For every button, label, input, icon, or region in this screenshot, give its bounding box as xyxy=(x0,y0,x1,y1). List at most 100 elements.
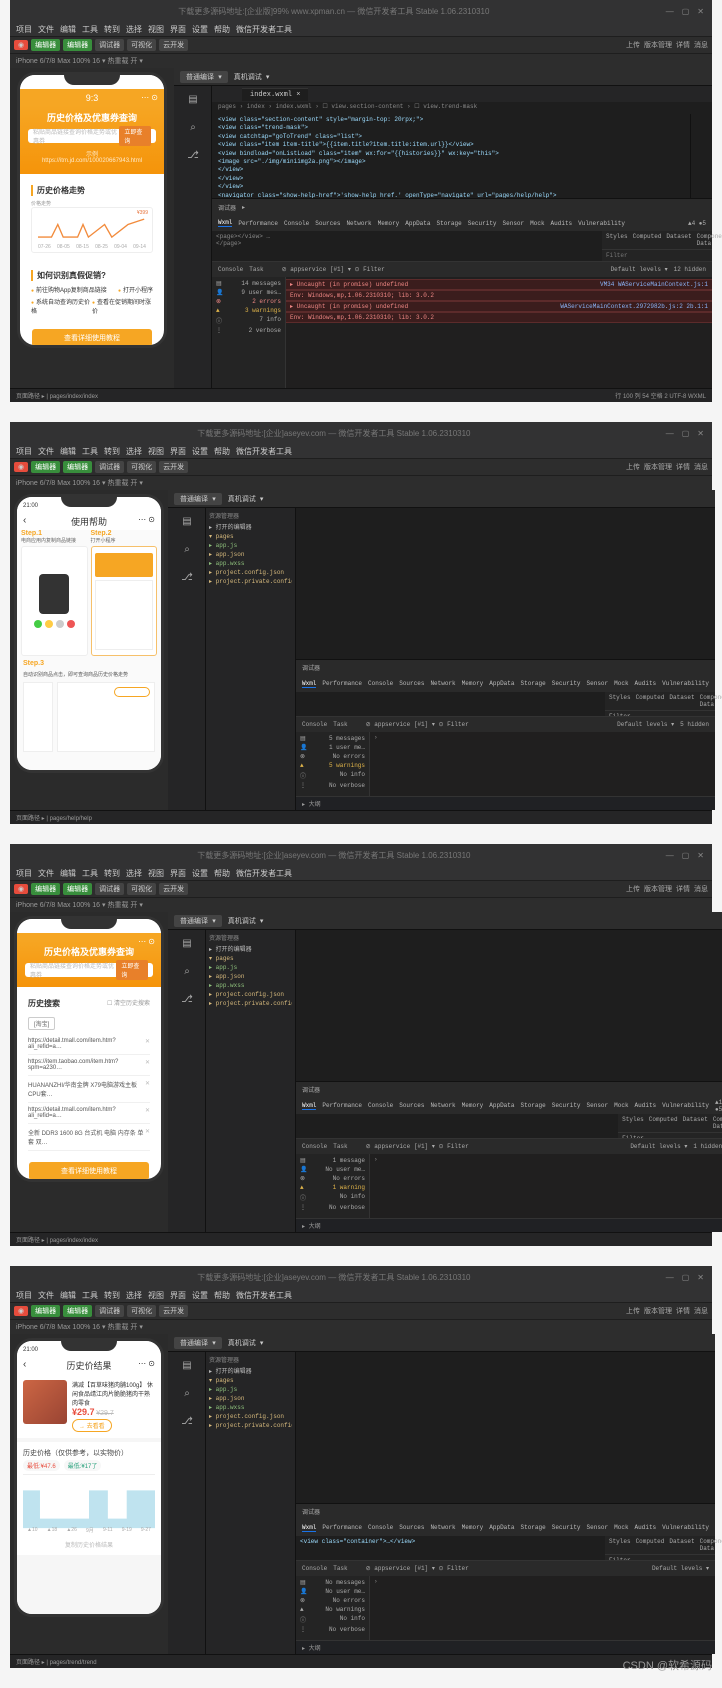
capsule-button-icon[interactable]: ⋯ ⊙ xyxy=(138,937,155,946)
screenshot-4: 下载更多源码地址:[企业]aseyev.com — 微信开发者工具 Stable… xyxy=(10,1266,712,1668)
history-item[interactable]: 全新 DDR3 1600 8G 台式机 电脑 内存条 单套 双…✕ xyxy=(28,1124,150,1151)
capsule-button-icon[interactable]: ⋯ ⊙ xyxy=(138,1359,155,1368)
capsule-button-icon[interactable]: ⋯ ⊙ xyxy=(141,93,158,102)
search-button[interactable]: 立即查询 xyxy=(116,960,148,980)
menu-item[interactable]: 视图 xyxy=(148,24,164,35)
toolbar-button[interactable]: 云开发 xyxy=(159,39,188,51)
devtools-tab[interactable]: Performance xyxy=(238,220,278,227)
toolbar-button[interactable]: 上传 xyxy=(626,40,640,50)
minimap[interactable] xyxy=(690,114,712,198)
toolbar-button[interactable]: 编辑器 xyxy=(63,39,92,51)
elements-pane[interactable]: <page></view> …</page> xyxy=(212,231,602,261)
window-controls[interactable]: — ▢ ✕ xyxy=(658,7,712,16)
devtools-tab[interactable]: Sensor xyxy=(503,220,525,227)
badge-low: 最低:¥47.6 xyxy=(23,1460,60,1471)
screenshot-2: 下载更多源码地址:[企业]aseyev.com — 微信开发者工具 Stable… xyxy=(10,422,712,824)
console-output[interactable]: ▸ Uncaught (in promise) undefined VM34 W… xyxy=(286,277,712,388)
devtools-tab[interactable]: AppData xyxy=(405,220,430,227)
devtools-tab[interactable]: Network xyxy=(346,220,371,227)
console-tab[interactable]: Console xyxy=(218,266,243,273)
capsule-button-icon[interactable]: ⋯ ⊙ xyxy=(138,515,155,524)
devtools-tab[interactable]: Wxml xyxy=(218,219,232,227)
devtools: 调试器▸ Wxml Performance Console Sources Ne… xyxy=(212,198,712,388)
phone-time: 9:3 xyxy=(86,93,99,103)
maximize-icon[interactable]: ▢ xyxy=(682,7,690,16)
search-button[interactable]: 立即查询 xyxy=(119,126,151,146)
console-sidebar[interactable]: ▤14 messages 👤9 user mes… ⊗2 errors ▲3 w… xyxy=(212,277,286,388)
close-icon[interactable]: ✕ xyxy=(697,7,704,16)
history-item[interactable]: https://item.taobao.com/item.htm?spm=a23… xyxy=(28,1055,150,1076)
clear-history[interactable]: ☐ 清空历史搜索 xyxy=(107,998,150,1013)
menu-item[interactable]: 转到 xyxy=(104,24,120,35)
devtools-tab[interactable]: Mock xyxy=(530,220,544,227)
statusbar: 页面路径 ▸ | pages/index/index 行 100 列 54 空格… xyxy=(10,388,712,402)
toolbar-button[interactable]: 详情 xyxy=(676,40,690,50)
history-item[interactable]: HUANANZHI/华南金牌 X79电脑游戏主板CPU套…✕ xyxy=(28,1076,150,1103)
minimize-icon[interactable]: — xyxy=(666,7,674,16)
editor-tab[interactable]: index.wxml × xyxy=(242,88,308,101)
history-item[interactable]: https://detail.tmall.com/item.htm?ali_re… xyxy=(28,1103,150,1124)
delete-icon[interactable]: ✕ xyxy=(145,1038,150,1050)
devtools-tab[interactable]: Vulnerability xyxy=(578,220,625,227)
history-item[interactable]: https://detail.tmall.com/item.htm?ali_re… xyxy=(28,1034,150,1055)
compile-select[interactable]: 普通编译 ▾ xyxy=(180,71,228,83)
back-icon[interactable]: ‹ xyxy=(23,515,26,526)
file-explorer[interactable]: 资源管理器▸ 打开的编辑器 ▾ pages ▸ app.js ▸ app.jso… xyxy=(206,1352,296,1654)
window-title: 下载更多源码地址:[企业版]99% www.xpman.cn — 微信开发者工具… xyxy=(10,6,658,17)
devtools-tab[interactable]: Security xyxy=(468,220,497,227)
file-explorer[interactable]: 资源管理器 ▸ 打开的编辑器 ▾ pages ▸ app.js ▸ app.js… xyxy=(206,508,296,810)
toolbar-button[interactable]: 可视化 xyxy=(127,39,156,51)
code-editor[interactable]: <view class="section-content" style="mar… xyxy=(212,114,690,198)
devtools-tab[interactable]: Audits xyxy=(551,220,573,227)
toolbar-button[interactable]: 消息 xyxy=(694,40,708,50)
back-icon[interactable]: ‹ xyxy=(23,1359,26,1370)
toolbar-button[interactable]: 调试器 xyxy=(95,39,124,51)
menu-item[interactable]: 项目 xyxy=(16,24,32,35)
menu-item[interactable]: 界面 xyxy=(170,24,186,35)
menu-item[interactable]: 工具 xyxy=(82,24,98,35)
tag[interactable]: [淘宝] xyxy=(28,1017,55,1030)
simulator: 9:3 ⋯ ⊙ 历史价格及优惠券查询 粘贴商品链接查询价格走势或优惠券 立即查询… xyxy=(10,68,174,388)
preview-button[interactable]: 真机调试 ▾ xyxy=(234,72,270,82)
avatar-icon[interactable]: ◉ xyxy=(14,462,28,472)
files-icon[interactable]: ▤ xyxy=(174,86,212,114)
menu-item[interactable]: 帮助 xyxy=(214,24,230,35)
breadcrumb[interactable]: pages › index › index.wxml › ☐ view.sect… xyxy=(212,102,712,114)
devtools-tab[interactable]: Memory xyxy=(378,220,400,227)
section-title: 历史价格走势 xyxy=(31,185,153,196)
files-icon[interactable]: ▤ xyxy=(168,508,206,536)
product-card: 满减【百草味猪肉脯100g】 休闲食品靖江肉片脆脆猪肉干熟肉零食 ¥29.7 ¥… xyxy=(17,1374,161,1438)
product-title: 满减【百草味猪肉脯100g】 休闲食品靖江肉片脆脆猪肉干熟肉零食 xyxy=(72,1380,155,1407)
example-url: 示例https://itm.jd.com/100020667943.html xyxy=(28,149,156,164)
search-input[interactable]: 粘贴商品链接查询价格走势或优惠券立即查询 xyxy=(25,963,153,977)
view-product-button[interactable]: → 去看看 xyxy=(72,1419,112,1432)
tutorial-button[interactable]: 查看详细使用教程 xyxy=(29,1162,149,1179)
page-path: 页面路径 ▸ | pages/index/index xyxy=(16,391,98,400)
devtools-menu-icon[interactable]: 调试器 xyxy=(218,203,236,212)
menu-item[interactable]: 微信开发者工具 xyxy=(236,24,292,35)
search-icon[interactable]: ⌕ xyxy=(168,536,206,564)
tutorial-button[interactable]: 查看详细使用教程 xyxy=(32,329,152,345)
trend-chart: ¥399 07-2608-0508-1508-2509-0409-14 xyxy=(31,207,153,253)
menu-item[interactable]: 文件 xyxy=(38,24,54,35)
devtools-tab[interactable]: Storage xyxy=(437,220,462,227)
menu-item[interactable]: 选择 xyxy=(126,24,142,35)
price-original: ¥29.7 xyxy=(96,1410,114,1417)
search-icon[interactable]: ⌕ xyxy=(174,114,212,142)
elements-pane[interactable]: <view class="container">…</view> xyxy=(296,1536,605,1560)
search-input[interactable]: 粘贴商品链接查询价格走势或优惠券 立即查询 xyxy=(28,129,156,143)
toolbar-button[interactable]: 编辑器 xyxy=(31,39,60,51)
devtools-tab[interactable]: Sources xyxy=(315,220,340,227)
devtools-tab[interactable]: Console xyxy=(284,220,309,227)
file-explorer[interactable]: 资源管理器▸ 打开的编辑器 ▾ pages ▸ app.js ▸ app.jso… xyxy=(206,930,296,1232)
git-icon[interactable]: ⎇ xyxy=(174,142,212,170)
styles-pane[interactable]: StylesComputedDatasetComponent Data Filt… xyxy=(602,231,712,261)
avatar-icon[interactable]: ◉ xyxy=(14,40,28,50)
git-icon[interactable]: ⎇ xyxy=(168,564,206,592)
device-bar[interactable]: iPhone 6/7/8 Max 100% 16 ▾ 热重载 开 ▾ xyxy=(10,54,712,68)
menubar: 项目 文件 编辑 工具 转到 选择 视图 界面 设置 帮助 微信开发者工具 xyxy=(10,22,712,36)
toolbar-button[interactable]: 版本管理 xyxy=(644,40,672,50)
menu-item[interactable]: 编辑 xyxy=(60,24,76,35)
menu-item[interactable]: 设置 xyxy=(192,24,208,35)
devtools-badge: ▲4 ●5 xyxy=(688,220,706,227)
